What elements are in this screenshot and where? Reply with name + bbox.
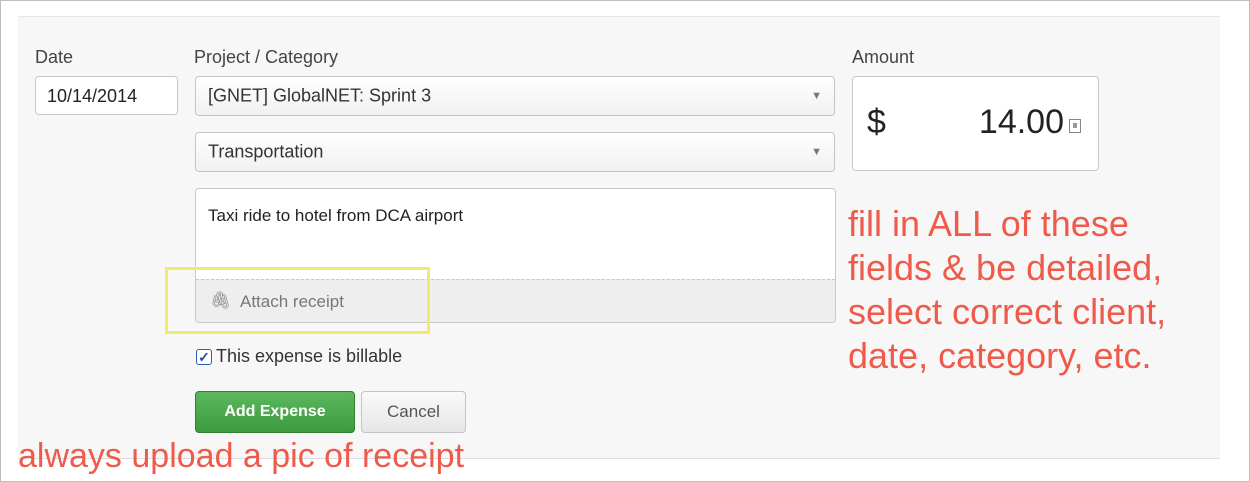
caret-down-icon: ▼: [811, 146, 822, 158]
annotation-line: select correct client,: [848, 291, 1167, 332]
date-label: Date: [35, 47, 74, 67]
annotation-instructions: fill in ALL of these fields & be detaile…: [848, 202, 1166, 378]
caret-down-icon: ▼: [811, 90, 822, 102]
project-select-value: [GNET] GlobalNET: Sprint 3: [208, 85, 432, 106]
amount-value: 14.00: [978, 103, 1064, 141]
annotation-line: fields & be detailed,: [848, 247, 1163, 288]
checkmark-icon[interactable]: ✓: [196, 348, 212, 365]
amount-input[interactable]: $ 14.00: [852, 76, 1099, 171]
category-select[interactable]: Transportation ▼: [195, 132, 835, 172]
date-input[interactable]: 10/14/2014: [35, 76, 178, 115]
calculator-icon[interactable]: [1069, 119, 1081, 133]
annotation-upload-receipt: always upload a pic of receipt: [18, 437, 465, 475]
cancel-button[interactable]: Cancel: [361, 391, 466, 433]
category-select-value: Transportation: [208, 141, 324, 162]
date-value: 10/14/2014: [47, 86, 138, 106]
notes-text: Taxi ride to hotel from DCA airport: [208, 206, 464, 225]
project-category-label: Project / Category: [194, 47, 339, 67]
annotation-line: date, category, etc.: [848, 335, 1152, 376]
add-expense-button[interactable]: Add Expense: [195, 391, 355, 433]
billable-label: This expense is billable: [216, 346, 403, 366]
billable-checkbox-row[interactable]: ✓ This expense is billable: [196, 346, 402, 367]
currency-symbol: $: [867, 103, 886, 141]
attach-highlight-box: [165, 267, 430, 334]
project-select[interactable]: [GNET] GlobalNET: Sprint 3 ▼: [195, 76, 835, 116]
annotation-line: fill in ALL of these: [848, 203, 1129, 244]
amount-label: Amount: [852, 47, 915, 67]
